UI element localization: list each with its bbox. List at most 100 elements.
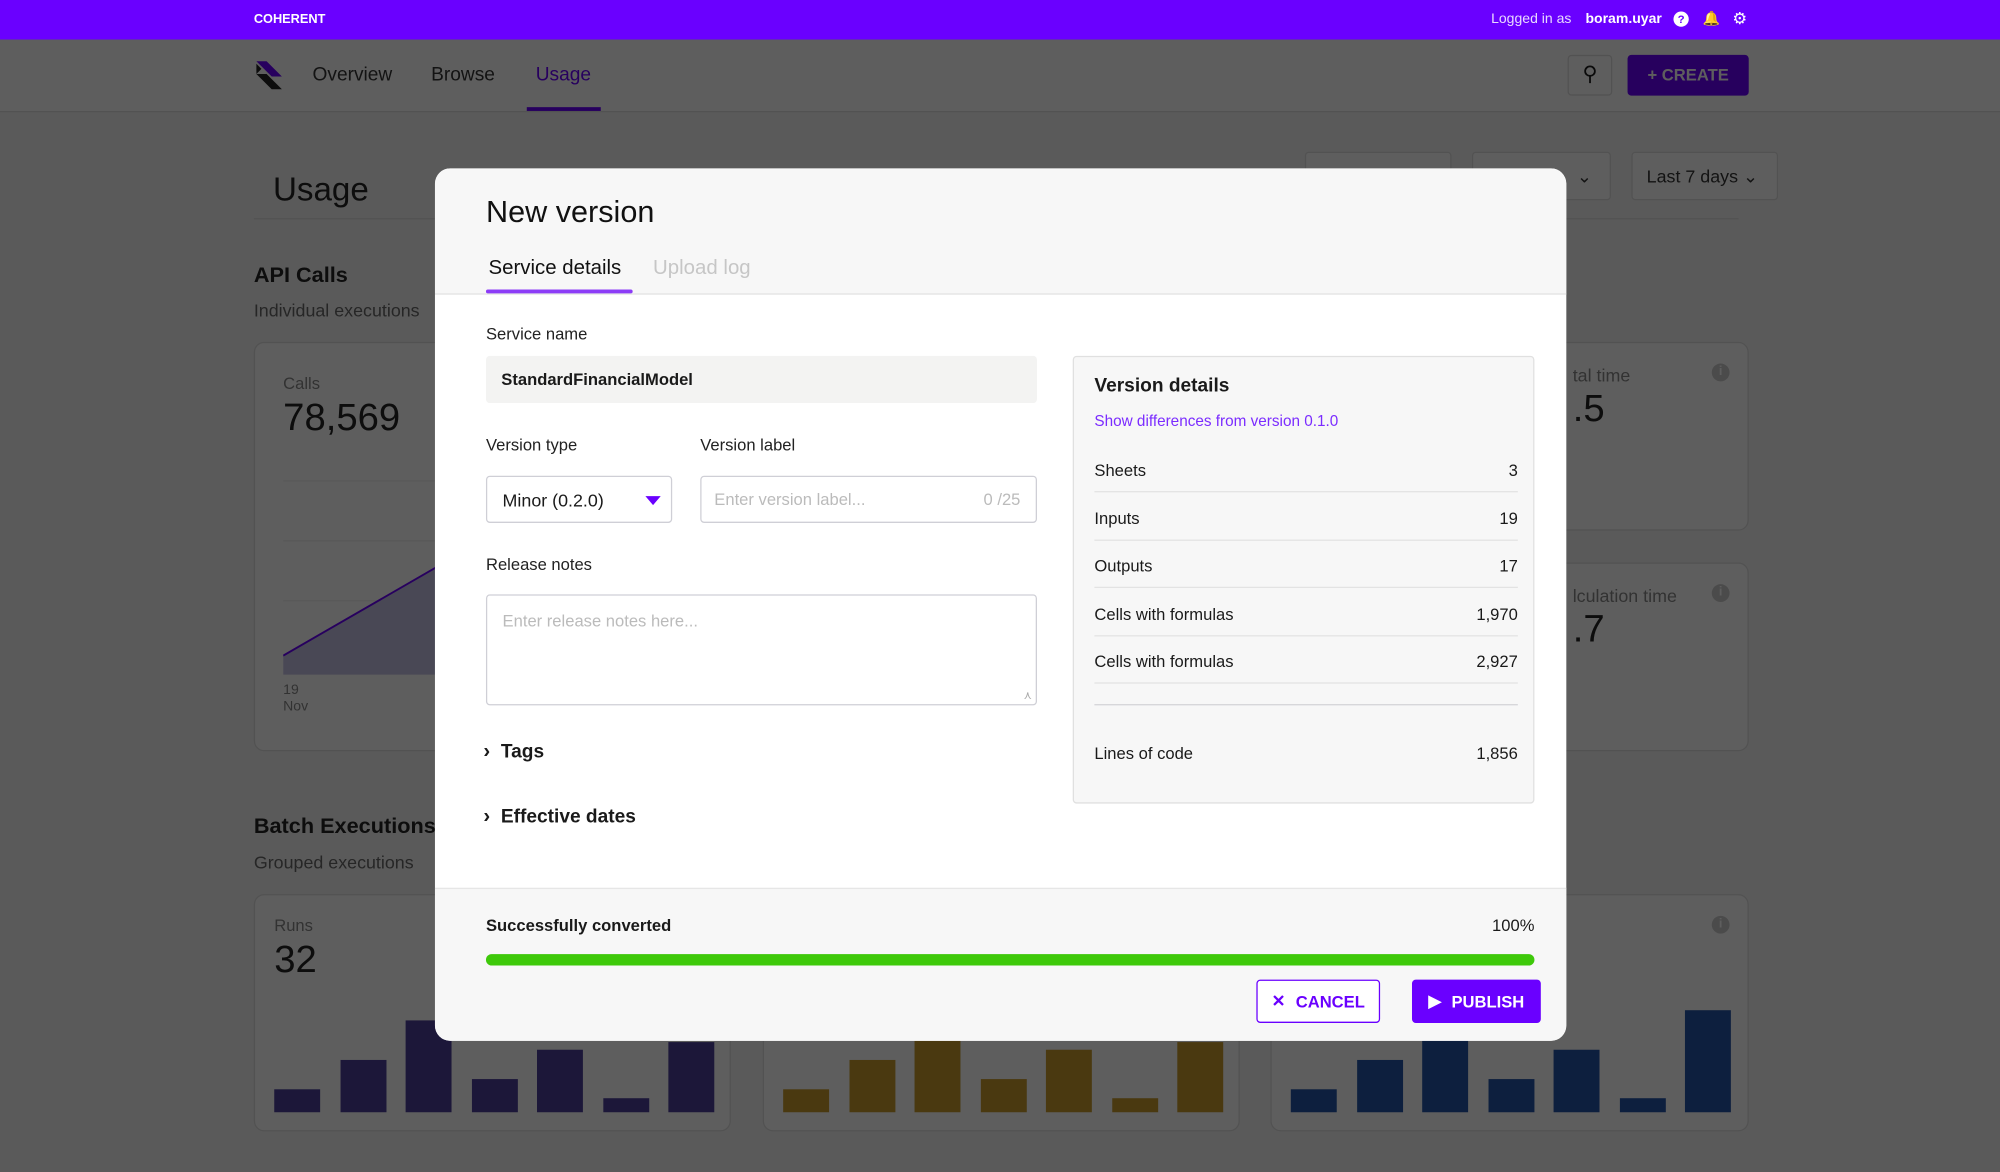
period-value: Last 7 days bbox=[1646, 165, 1739, 187]
runs-value: 32 bbox=[274, 938, 317, 981]
search-icon: ⚲ bbox=[1582, 63, 1598, 86]
username[interactable]: boram.uyar bbox=[1585, 11, 1661, 26]
nav-usage[interactable]: Usage bbox=[536, 64, 591, 86]
bar bbox=[471, 1079, 518, 1113]
tab-service-details[interactable]: Service details bbox=[489, 258, 622, 281]
row-value: 3 bbox=[1508, 460, 1518, 480]
version-label-placeholder: Enter version label... bbox=[714, 489, 866, 509]
create-label: CREATE bbox=[1661, 65, 1729, 85]
version-type-select[interactable]: Minor (0.2.0) bbox=[485, 475, 673, 523]
calls-label: Calls bbox=[283, 373, 321, 393]
nav-browse[interactable]: Browse bbox=[431, 64, 495, 86]
service-name-value: StandardFinancialModel bbox=[501, 369, 693, 390]
x-tick-month: Nov bbox=[283, 698, 309, 715]
version-detail-row: Inputs 19 bbox=[1094, 508, 1518, 541]
new-version-modal: New version Service details Upload log S… bbox=[434, 168, 1567, 1041]
tags-label: Tags bbox=[500, 741, 545, 763]
calc-time-value: .7 bbox=[1572, 608, 1605, 651]
bar bbox=[783, 1089, 830, 1113]
release-notes-label: Release notes bbox=[485, 554, 592, 574]
version-detail-row: Sheets 3 bbox=[1094, 460, 1518, 493]
chevron-right-icon: › bbox=[483, 806, 491, 828]
bar bbox=[339, 1059, 386, 1113]
bar bbox=[1290, 1089, 1337, 1113]
progress-text: 100% bbox=[1492, 915, 1535, 935]
version-type-label: Version type bbox=[485, 434, 578, 455]
bar bbox=[1553, 1049, 1600, 1113]
total-time-value: .5 bbox=[1572, 387, 1605, 430]
bar bbox=[1111, 1098, 1158, 1113]
row-label: Cells with formulas bbox=[1094, 651, 1234, 671]
tags-expander[interactable]: › Tags bbox=[483, 741, 544, 764]
modal-header: New version Service details Upload log bbox=[434, 168, 1567, 295]
version-detail-row: Outputs 17 bbox=[1094, 556, 1518, 589]
cancel-label: CANCEL bbox=[1295, 991, 1365, 1011]
version-details-title: Version details bbox=[1094, 374, 1230, 397]
bell-icon[interactable]: 🔔 bbox=[1703, 11, 1720, 26]
create-button[interactable]: + CREATE bbox=[1627, 54, 1749, 96]
effective-dates-label: Effective dates bbox=[500, 806, 636, 828]
x-tick-day: 19 bbox=[283, 682, 299, 698]
bar bbox=[1684, 1010, 1731, 1113]
calls-value: 78,569 bbox=[283, 396, 401, 439]
nav-active-indicator bbox=[526, 107, 601, 111]
show-differences-link[interactable]: Show differences from version 0.1.0 bbox=[1094, 412, 1338, 430]
bar bbox=[1356, 1059, 1403, 1113]
row-value: 1,970 bbox=[1476, 603, 1518, 624]
main-nav: Overview Browse Usage ⚲ + CREATE bbox=[0, 39, 2000, 113]
coherent-logo-icon[interactable] bbox=[254, 59, 285, 92]
bar bbox=[1177, 1042, 1224, 1113]
page-title: Usage bbox=[272, 169, 369, 208]
resize-handle-icon[interactable]: ⋏ bbox=[1023, 689, 1031, 703]
version-label-input[interactable]: Enter version label... 0 /25 bbox=[700, 475, 1037, 523]
row-label: Cells with formulas bbox=[1094, 603, 1234, 624]
info-icon[interactable]: i bbox=[1711, 915, 1730, 934]
batch-subtitle: Grouped executions bbox=[253, 852, 414, 873]
nav-overview[interactable]: Overview bbox=[312, 64, 392, 86]
bar bbox=[1487, 1079, 1534, 1113]
bar bbox=[1045, 1049, 1092, 1113]
chevron-right-icon: › bbox=[483, 741, 491, 763]
tab-upload-log[interactable]: Upload log bbox=[653, 258, 751, 281]
progress-bar bbox=[485, 954, 1535, 966]
bar bbox=[980, 1079, 1027, 1113]
gear-icon[interactable]: ⚙ bbox=[1732, 10, 1747, 27]
publish-button[interactable]: ▶ PUBLISH bbox=[1411, 979, 1541, 1023]
version-details-panel: Version details Show differences from ve… bbox=[1072, 355, 1535, 804]
api-calls-title: API Calls bbox=[253, 262, 348, 287]
version-label-label: Version label bbox=[700, 434, 796, 455]
char-counter: 0 /25 bbox=[983, 489, 1021, 509]
batch-title: Batch Executions bbox=[253, 813, 436, 839]
bar bbox=[536, 1049, 583, 1113]
effective-dates-expander[interactable]: › Effective dates bbox=[483, 806, 636, 829]
row-label: Inputs bbox=[1094, 508, 1140, 528]
version-detail-row: Cells with formulas 1,970 bbox=[1094, 603, 1518, 636]
info-icon[interactable]: i bbox=[1711, 363, 1730, 382]
caret-down-icon bbox=[645, 496, 661, 506]
calc-time-label: lculation time bbox=[1572, 585, 1677, 606]
bar bbox=[668, 1042, 715, 1113]
bar bbox=[274, 1089, 321, 1113]
total-time-label: tal time bbox=[1572, 364, 1631, 386]
play-icon: ▶ bbox=[1428, 991, 1442, 1011]
bar bbox=[602, 1098, 649, 1113]
row-label: Outputs bbox=[1094, 556, 1153, 576]
row-value: 2,927 bbox=[1476, 651, 1518, 671]
close-icon: ✕ bbox=[1271, 991, 1286, 1011]
info-icon[interactable]: i bbox=[1711, 584, 1730, 603]
chevron-down-icon: ⌄ bbox=[1742, 165, 1758, 187]
api-calls-subtitle: Individual executions bbox=[253, 299, 420, 321]
service-name-field[interactable]: StandardFinancialModel bbox=[485, 355, 1037, 404]
help-icon[interactable]: ? bbox=[1673, 11, 1689, 27]
row-value: 1,856 bbox=[1476, 743, 1518, 763]
release-notes-textarea[interactable]: Enter release notes here... ⋏ bbox=[485, 594, 1037, 706]
version-type-value: Minor (0.2.0) bbox=[502, 489, 604, 510]
bar bbox=[848, 1059, 895, 1113]
cancel-button[interactable]: ✕ CANCEL bbox=[1256, 979, 1381, 1023]
service-name-label: Service name bbox=[485, 323, 588, 344]
logged-in-label: Logged in as bbox=[1491, 11, 1572, 27]
publish-label: PUBLISH bbox=[1451, 991, 1525, 1011]
status-text: Successfully converted bbox=[485, 915, 672, 935]
search-button[interactable]: ⚲ bbox=[1567, 54, 1613, 96]
period-dropdown[interactable]: Last 7 days ⌄ bbox=[1631, 151, 1779, 201]
